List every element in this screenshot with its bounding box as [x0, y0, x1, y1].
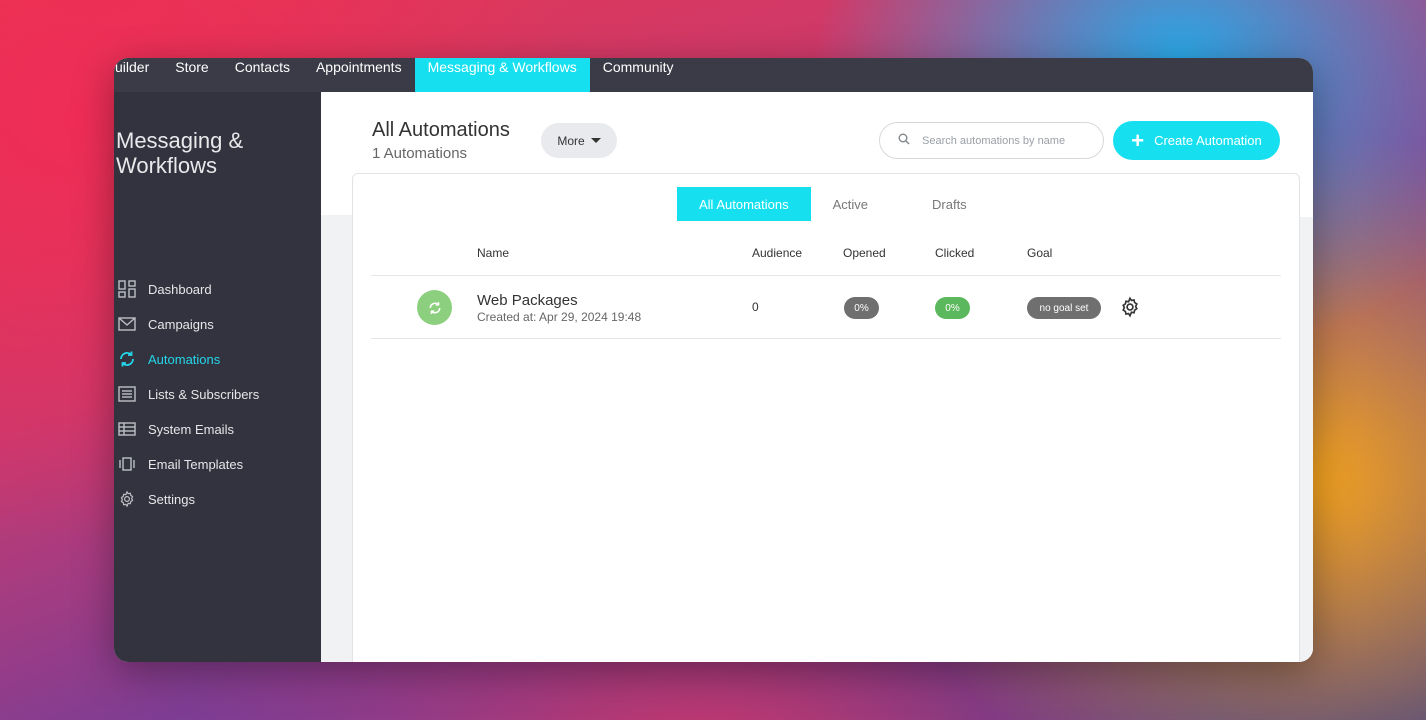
nav-item-appointments[interactable]: Appointments: [303, 58, 415, 92]
page-title: All Automations: [372, 119, 510, 141]
nav-item-store[interactable]: Store: [162, 58, 221, 92]
list-icon: [117, 384, 137, 404]
sidebar-item-label: Lists & Subscribers: [148, 386, 260, 402]
nav-item-builder[interactable]: uilder: [114, 58, 162, 92]
column-header-opened[interactable]: Opened: [843, 246, 886, 260]
table-row[interactable]: Web Packages Created at: Apr 29, 2024 19…: [371, 276, 1281, 339]
nav-item-community[interactable]: Community: [590, 58, 687, 92]
automation-name[interactable]: Web Packages: [477, 292, 578, 309]
column-header-goal[interactable]: Goal: [1027, 246, 1052, 260]
search-input[interactable]: [922, 134, 1092, 147]
app-window: uilder Store Contacts Appointments Messa…: [114, 58, 1313, 662]
content-background-right: [1299, 217, 1313, 662]
create-automation-label: Create Automation: [1154, 133, 1262, 148]
audience-count: 0: [752, 300, 759, 314]
template-icon: [117, 454, 137, 474]
sidebar-item-settings[interactable]: Settings: [114, 487, 195, 511]
search-box[interactable]: [879, 122, 1104, 159]
sidebar-item-label: Campaigns: [148, 316, 214, 332]
sidebar-item-label: Settings: [148, 491, 195, 507]
column-header-clicked[interactable]: Clicked: [935, 246, 974, 260]
sidebar-item-label: System Emails: [148, 421, 234, 437]
create-automation-button[interactable]: + Create Automation: [1113, 121, 1280, 160]
more-dropdown-button[interactable]: More: [541, 123, 617, 158]
automation-created-date: Created at: Apr 29, 2024 19:48: [477, 310, 642, 324]
tab-drafts[interactable]: Drafts: [910, 187, 989, 221]
sidebar-item-system-emails[interactable]: System Emails: [114, 417, 234, 441]
content-background: [321, 215, 353, 662]
sidebar-title: Messaging & Workflows: [116, 128, 244, 178]
sidebar-item-dashboard[interactable]: Dashboard: [114, 277, 212, 301]
clicked-rate-badge: 0%: [935, 297, 970, 319]
sidebar-item-label: Dashboard: [148, 281, 212, 297]
top-navigation: uilder Store Contacts Appointments Messa…: [114, 58, 1313, 92]
sidebar-item-campaigns[interactable]: Campaigns: [114, 312, 214, 336]
automation-count: 1 Automations: [372, 145, 468, 162]
sidebar-item-label: Email Templates: [148, 456, 244, 472]
search-icon: [898, 132, 910, 150]
automation-status-icon: [417, 290, 452, 325]
row-settings-gear-icon[interactable]: [1119, 296, 1141, 318]
table-header: Name Audience Opened Clicked Goal: [371, 236, 1281, 276]
column-header-audience[interactable]: Audience: [752, 246, 802, 260]
more-label: More: [557, 133, 585, 148]
sidebar: Messaging & Workflows Dashboard Campaign…: [114, 92, 321, 662]
plus-icon: +: [1131, 127, 1145, 153]
tab-all-automations[interactable]: All Automations: [677, 187, 811, 221]
sidebar-item-label: Automations: [148, 351, 221, 367]
sidebar-item-lists-subscribers[interactable]: Lists & Subscribers: [114, 382, 259, 406]
caret-down-icon: [590, 138, 601, 143]
dashboard-icon: [117, 279, 137, 299]
opened-rate-badge: 0%: [844, 297, 879, 319]
sidebar-item-email-templates[interactable]: Email Templates: [114, 452, 243, 476]
gear-icon: [117, 489, 137, 509]
column-header-name[interactable]: Name: [477, 246, 509, 260]
table-icon: [117, 419, 137, 439]
goal-badge: no goal set: [1027, 297, 1101, 319]
nav-item-contacts[interactable]: Contacts: [222, 58, 303, 92]
automations-card: All Automations Active Drafts Name Audie…: [352, 173, 1300, 662]
main-content: All Automations 1 Automations More + Cre…: [321, 92, 1313, 662]
nav-item-messaging-workflows[interactable]: Messaging & Workflows: [414, 58, 590, 92]
status-tabs: All Automations Active Drafts: [677, 187, 989, 221]
sidebar-item-automations[interactable]: Automations: [114, 347, 220, 371]
envelope-icon: [117, 314, 137, 334]
refresh-icon: [117, 349, 137, 369]
tab-active[interactable]: Active: [811, 187, 890, 221]
